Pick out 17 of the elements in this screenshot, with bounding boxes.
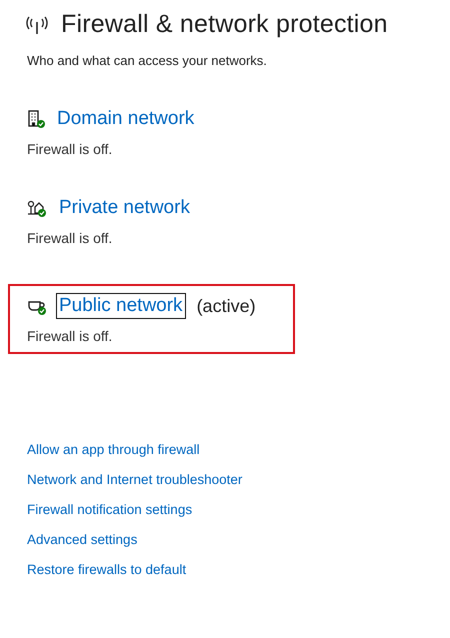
settings-link[interactable]: Allow an app through firewall — [27, 442, 200, 457]
settings-link[interactable]: Network and Internet troubleshooter — [27, 472, 242, 487]
page-subtitle: Who and what can access your networks. — [27, 53, 268, 68]
network-link[interactable]: Public network — [56, 293, 186, 319]
firewall-status: Firewall is off. — [27, 230, 114, 246]
building-check-icon — [27, 110, 45, 128]
home-check-icon — [27, 199, 47, 217]
firewall-status: Firewall is off. — [27, 141, 114, 157]
firewall-status: Firewall is off. — [27, 328, 114, 344]
network-link[interactable]: Domain network — [54, 106, 198, 132]
wireless-icon — [25, 14, 49, 34]
settings-link[interactable]: Advanced settings — [27, 532, 138, 547]
network-link[interactable]: Private network — [56, 195, 193, 221]
settings-link[interactable]: Firewall notification settings — [27, 502, 192, 517]
active-label: (active) — [196, 296, 256, 316]
page-title: Firewall & network protection — [61, 10, 388, 39]
settings-link[interactable]: Restore firewalls to default — [27, 562, 186, 577]
